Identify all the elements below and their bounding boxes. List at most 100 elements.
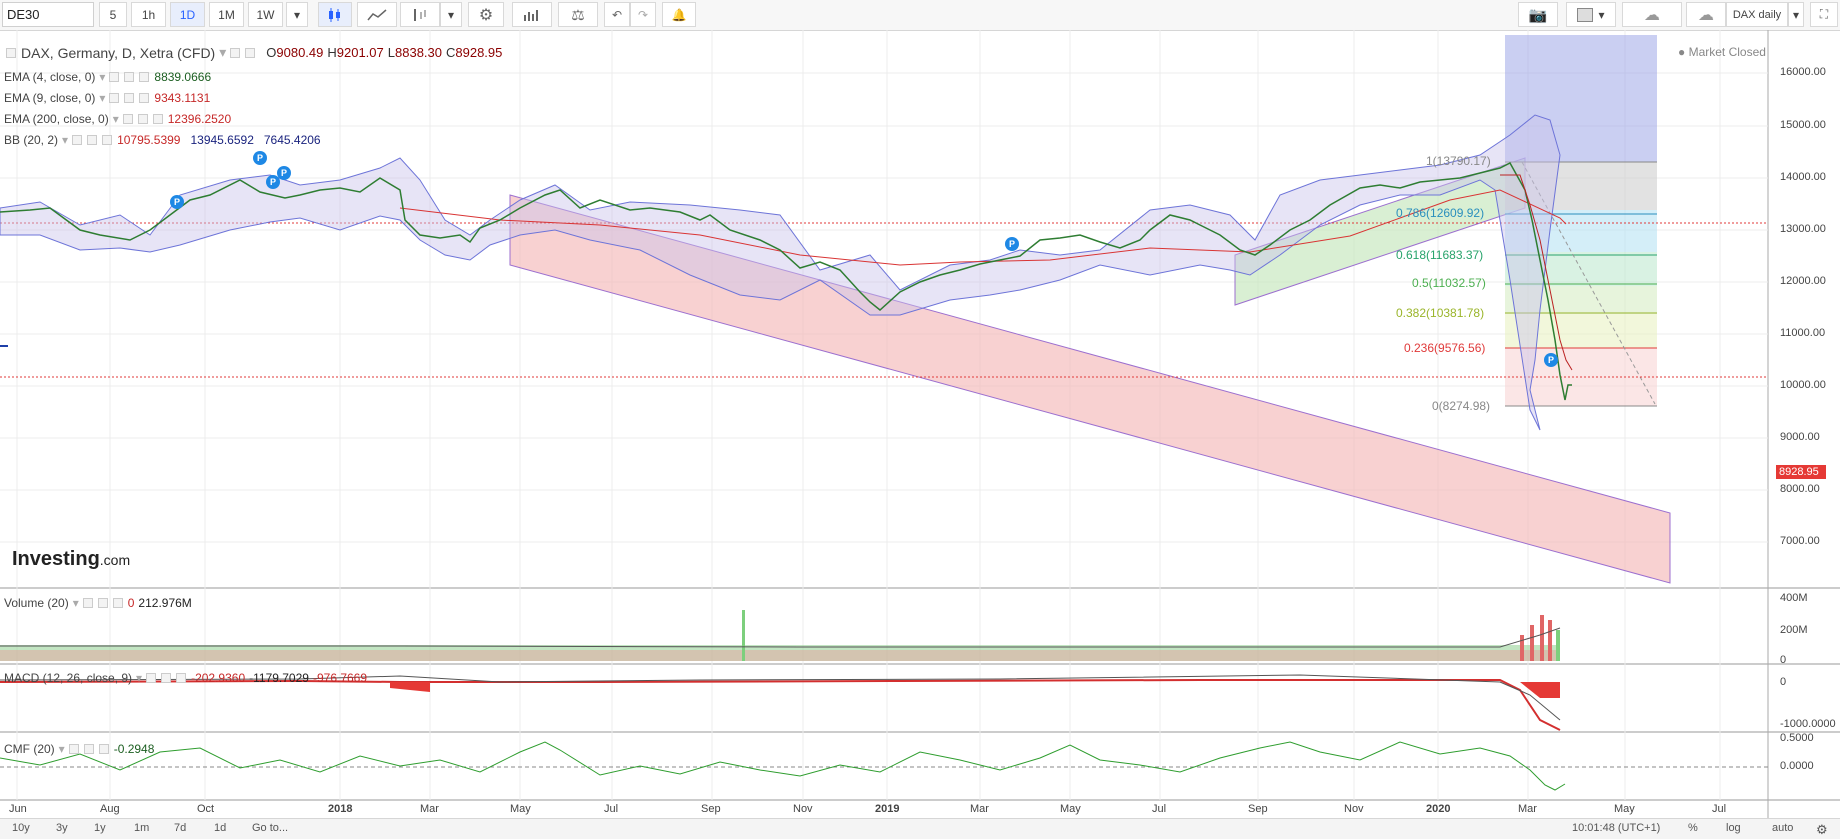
studies-button[interactable] <box>512 2 552 27</box>
ema4-legend: EMA (4, close, 0) ▾ 8839.0666 <box>4 70 211 84</box>
ema9-value: 9343.1131 <box>154 91 211 105</box>
fib-label-1: 1(13790.17) <box>1426 154 1491 168</box>
volume-legend: Volume (20) ▾ 0 212.976M <box>4 596 192 610</box>
settings-button[interactable]: ⚙ <box>468 2 504 27</box>
chevron-down-icon[interactable]: ▾ <box>99 70 105 84</box>
eye-icon[interactable] <box>122 114 133 124</box>
goto-button[interactable]: Go to... <box>252 822 288 834</box>
indicator-icon <box>414 8 426 21</box>
volume-label: Volume (20) <box>4 596 69 610</box>
close-icon[interactable] <box>176 673 187 683</box>
range-7d-button[interactable]: 7d <box>174 822 186 834</box>
indicators-dropdown-button[interactable]: ▾ <box>440 2 462 27</box>
indicators-button[interactable] <box>400 2 440 27</box>
settings-icon[interactable] <box>137 114 148 124</box>
auto-toggle[interactable]: auto <box>1772 822 1793 834</box>
undo-button[interactable]: ↶ <box>604 2 630 27</box>
eye-icon[interactable] <box>109 93 120 103</box>
chevron-down-icon[interactable]: ▾ <box>136 671 142 685</box>
close-icon[interactable] <box>139 93 150 103</box>
settings-icon[interactable] <box>83 744 94 754</box>
line-style-button[interactable] <box>357 2 397 27</box>
time-tick: Oct <box>197 803 215 815</box>
close-icon[interactable] <box>102 135 113 145</box>
macd-value-2: -1179.7029 <box>249 671 309 685</box>
time-tick: Jul <box>604 803 619 815</box>
fib-label-0786: 0.786(12609.92) <box>1396 206 1485 220</box>
close-icon[interactable] <box>152 114 163 124</box>
interval-dropdown-button[interactable]: ▾ <box>286 2 308 27</box>
price-tick: 7000.00 <box>1780 535 1820 547</box>
log-toggle[interactable]: log <box>1726 822 1741 834</box>
brand-name: Investing <box>12 548 100 570</box>
alert-button[interactable]: 🔔 <box>662 2 696 27</box>
fullscreen-button[interactable]: ⛶ <box>1810 2 1838 27</box>
settings-icon[interactable] <box>161 673 172 683</box>
settings-icon[interactable] <box>97 598 108 608</box>
settings-icon[interactable] <box>87 135 98 145</box>
fib-label-05: 0.5(11032.57) <box>1412 276 1486 290</box>
price-chart-canvas[interactable]: PPP PPP <box>0 30 1840 820</box>
symbol-input[interactable]: DE30 <box>2 2 94 27</box>
save-cloud-button[interactable]: ☁ <box>1686 2 1726 27</box>
close-icon[interactable] <box>112 598 123 608</box>
range-1d-button[interactable]: 1d <box>214 822 226 834</box>
macd-line <box>0 679 1561 731</box>
range-3y-button[interactable]: 3y <box>56 822 68 834</box>
layout-name-button[interactable]: DAX daily <box>1726 2 1788 27</box>
ema200-value: 12396.2520 <box>167 112 232 126</box>
price-tick: 8000.00 <box>1780 483 1820 495</box>
redo-button[interactable]: ↷ <box>630 2 656 27</box>
brand-logo: Investing.com <box>12 548 130 571</box>
range-1y-button[interactable]: 1y <box>94 822 106 834</box>
load-cloud-button[interactable]: ☁ <box>1622 2 1682 27</box>
time-tick: Jun <box>9 803 27 815</box>
layout-button[interactable]: ▾ <box>1566 2 1616 27</box>
time-tick: May <box>1060 803 1081 815</box>
interval-1h-button[interactable]: 1h <box>131 2 166 27</box>
chevron-down-icon[interactable]: ▾ <box>113 112 119 126</box>
percent-toggle[interactable]: % <box>1688 822 1698 834</box>
macd-histogram <box>1520 682 1560 698</box>
interval-5-button[interactable]: 5 <box>99 2 127 27</box>
chart-area[interactable]: PPP PPP DAX, Germany, D, Xetra (CFD) ▾ O… <box>0 30 1840 820</box>
volume-ma-line <box>0 627 1561 648</box>
line-chart-icon <box>367 8 387 20</box>
close-icon[interactable] <box>139 72 150 82</box>
low-label: L <box>387 45 395 60</box>
settings-icon[interactable] <box>124 93 135 103</box>
chevron-down-icon: ▾ <box>447 7 455 22</box>
eye-icon[interactable] <box>146 673 157 683</box>
svg-text:P: P <box>281 168 287 178</box>
eye-icon[interactable] <box>72 135 83 145</box>
chevron-down-icon[interactable]: ▾ <box>59 742 65 756</box>
interval-1d-button[interactable]: 1D <box>170 2 205 27</box>
close-icon[interactable] <box>98 744 109 754</box>
main-legend: DAX, Germany, D, Xetra (CFD) ▾ O 9080.49 … <box>6 44 502 61</box>
macd-histogram <box>390 682 430 692</box>
eye-icon[interactable] <box>230 47 241 58</box>
chevron-down-icon[interactable]: ▾ <box>99 91 105 105</box>
interval-1w-button[interactable]: 1W <box>248 2 283 27</box>
range-1m-button[interactable]: 1m <box>134 822 149 834</box>
gear-icon[interactable]: ⚙ <box>1816 822 1828 838</box>
settings-icon[interactable] <box>124 72 135 82</box>
chevron-down-icon[interactable]: ▾ <box>73 596 79 610</box>
candles-style-button[interactable] <box>318 2 352 27</box>
interval-1m-button[interactable]: 1M <box>209 2 244 27</box>
eye-icon[interactable] <box>68 744 79 754</box>
time-tick: May <box>510 803 531 815</box>
range-10y-button[interactable]: 10y <box>12 822 30 834</box>
eye-icon[interactable] <box>109 72 120 82</box>
market-status-label: Market Closed <box>1688 45 1766 59</box>
collapse-icon[interactable] <box>6 47 16 58</box>
chevron-down-icon[interactable]: ▾ <box>62 133 68 147</box>
chevron-down-icon: ▾ <box>1598 7 1605 22</box>
settings-icon[interactable] <box>245 47 256 58</box>
chevron-down-icon[interactable]: ▾ <box>219 44 226 61</box>
eye-icon[interactable] <box>82 598 93 608</box>
compare-button[interactable]: ⚖ <box>558 2 598 27</box>
screenshot-button[interactable]: 📷 <box>1518 2 1558 27</box>
layout-name-dropdown[interactable]: ▾ <box>1788 2 1804 27</box>
macd-value-1: -202.9360 <box>191 671 246 685</box>
